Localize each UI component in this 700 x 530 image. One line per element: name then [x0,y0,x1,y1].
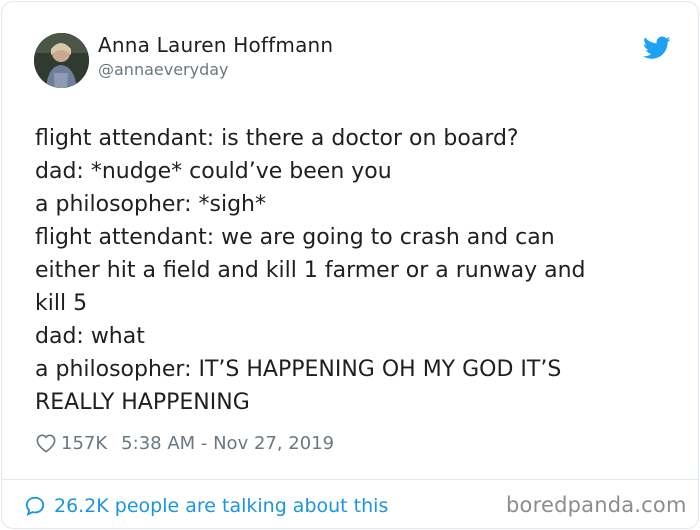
watermark: boredpanda.com [506,493,687,517]
tweet-text: flight attendant: is there a doctor on b… [35,122,665,419]
avatar[interactable] [34,33,89,88]
tweet-line: REALLY HAPPENING [35,390,250,415]
like-count[interactable]: 157K [61,433,107,454]
tweet-line: dad: *nudge* could’ve been you [35,159,392,184]
talking-about-link[interactable]: 26.2K people are talking about this [24,493,388,519]
tweet-card: Anna Lauren Hoffmann @annaeveryday fligh… [1,1,699,529]
tweet-line: a philosopher: IT’S HAPPENING OH MY GOD … [35,357,562,382]
tweet-line: flight attendant: we are going to crash … [35,225,555,250]
author-name[interactable]: Anna Lauren Hoffmann [98,33,333,57]
tweet-line: kill 5 [35,291,88,316]
heart-icon[interactable] [35,433,57,453]
divider [1,479,698,480]
twitter-bird-icon[interactable] [643,36,671,60]
tweet-line: flight attendant: is there a doctor on b… [35,126,519,151]
avatar-photo [34,33,89,88]
author-handle[interactable]: @annaeveryday [98,60,229,79]
tweet-line: dad: what [35,324,145,349]
tweet-line: a philosopher: *sigh* [35,192,266,217]
talking-about-label: 26.2K people are talking about this [54,495,389,517]
tweet-timestamp[interactable]: 5:38 AM - Nov 27, 2019 [121,433,334,454]
tweet-meta: 157K 5:38 AM - Nov 27, 2019 [35,430,334,456]
speech-bubble-icon [24,495,46,517]
tweet-line: either hit a field and kill 1 farmer or … [35,258,586,283]
